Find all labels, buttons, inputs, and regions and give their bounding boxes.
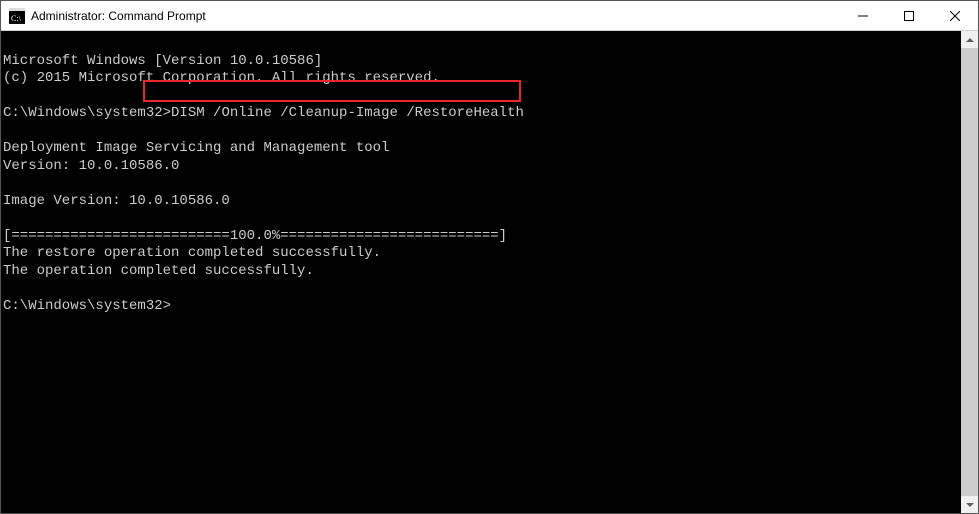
tool-name-line: Deployment Image Servicing and Managemen… [3, 140, 389, 156]
scroll-down-button[interactable] [961, 496, 978, 513]
command-prompt-window: C:\ Administrator: Command Prompt Micros… [0, 0, 979, 514]
result-line: The restore operation completed successf… [3, 245, 381, 261]
window-controls [840, 1, 978, 30]
chevron-up-icon [966, 38, 974, 42]
svg-text:C:\: C:\ [11, 14, 22, 23]
command-text: DISM /Online /Cleanup-Image /RestoreHeal… [171, 105, 524, 121]
window-title: Administrator: Command Prompt [31, 9, 840, 23]
result-line: The operation completed successfully. [3, 263, 314, 279]
prompt-line: C:\Windows\system32> [3, 298, 171, 314]
terminal-output[interactable]: Microsoft Windows [Version 10.0.10586] (… [1, 31, 961, 513]
content-area: Microsoft Windows [Version 10.0.10586] (… [1, 31, 978, 513]
scrollbar-track[interactable] [961, 48, 978, 496]
scroll-up-button[interactable] [961, 31, 978, 48]
scrollbar-thumb[interactable] [961, 48, 978, 496]
prompt-path: C:\Windows\system32> [3, 105, 171, 121]
tool-version-line: Version: 10.0.10586.0 [3, 158, 179, 174]
titlebar[interactable]: C:\ Administrator: Command Prompt [1, 1, 978, 31]
vertical-scrollbar[interactable] [961, 31, 978, 513]
maximize-button[interactable] [886, 1, 932, 30]
progress-line: [==========================100.0%=======… [3, 228, 507, 244]
image-version-line: Image Version: 10.0.10586.0 [3, 193, 230, 209]
copyright-line: (c) 2015 Microsoft Corporation. All righ… [3, 70, 440, 86]
chevron-down-icon [966, 503, 974, 507]
cmd-icon: C:\ [9, 8, 25, 24]
close-button[interactable] [932, 1, 978, 30]
version-line: Microsoft Windows [Version 10.0.10586] [3, 53, 322, 69]
minimize-button[interactable] [840, 1, 886, 30]
